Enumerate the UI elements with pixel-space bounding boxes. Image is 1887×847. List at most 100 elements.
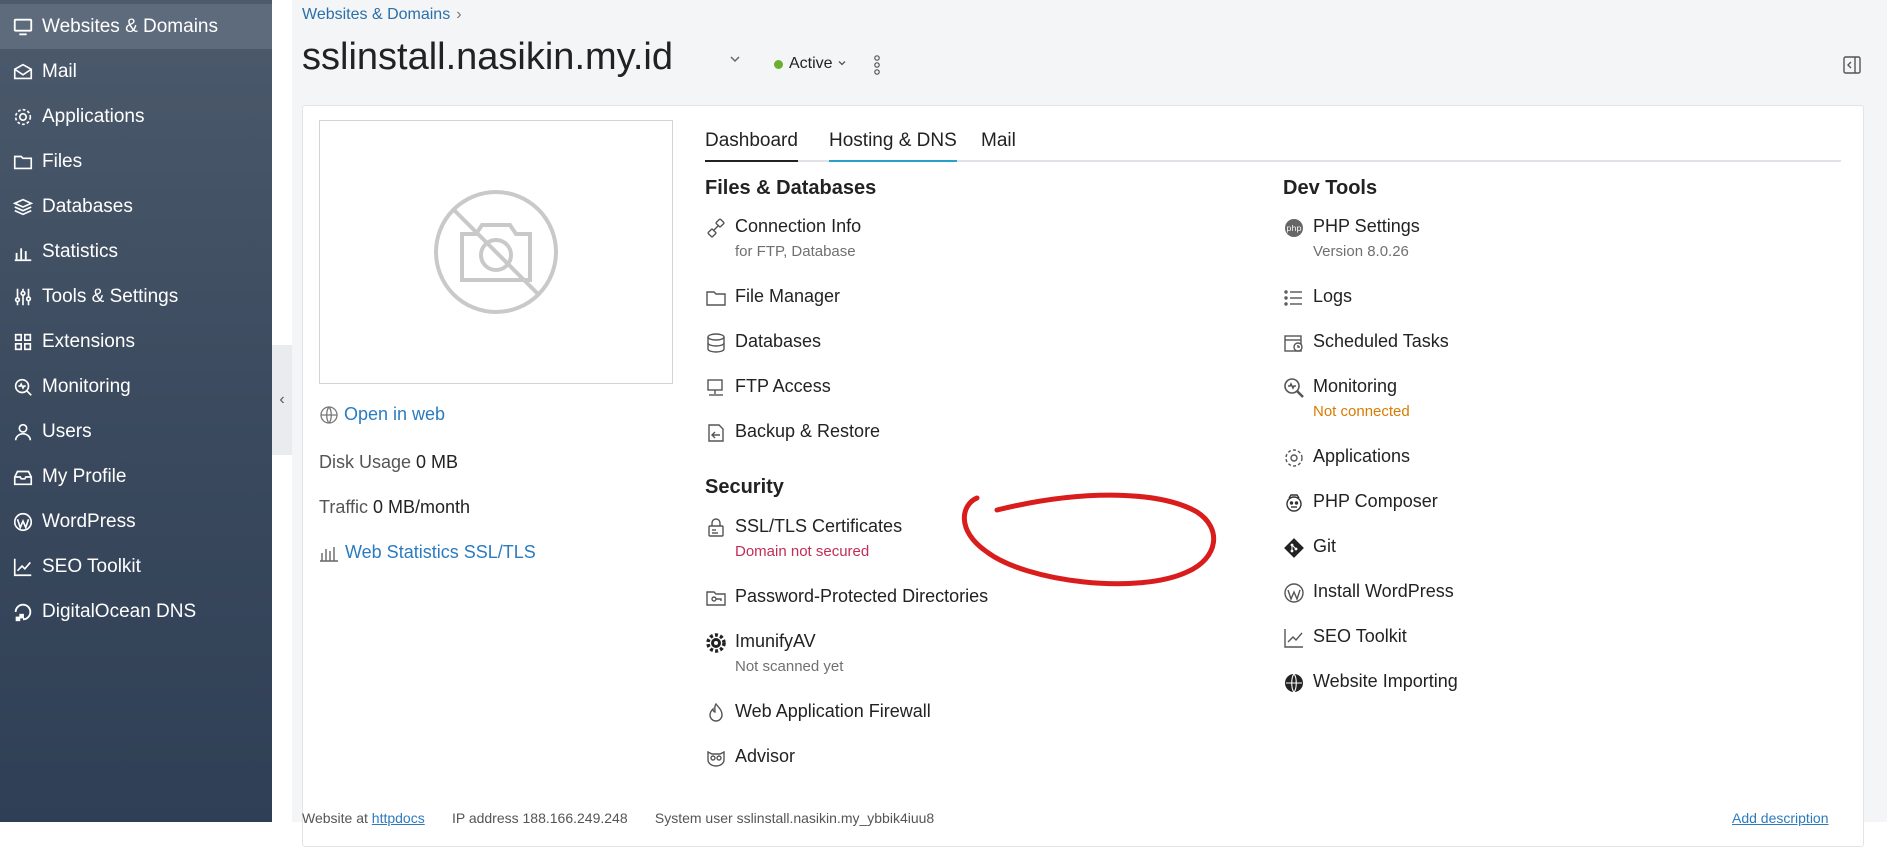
- tool-ftp-access[interactable]: FTP Access: [705, 376, 831, 399]
- sidebar-item-digitalocean-dns[interactable]: DigitalOcean DNS: [0, 589, 272, 634]
- sidebar-item-monitoring[interactable]: Monitoring: [0, 364, 272, 409]
- sidebar-item-extensions[interactable]: Extensions: [0, 319, 272, 364]
- sidebar-item-label: Monitoring: [42, 375, 131, 397]
- open-in-web-label: Open in web: [344, 404, 446, 424]
- side-panel-toggle-icon[interactable]: [1842, 55, 1862, 80]
- traffic-label: Traffic: [319, 497, 369, 517]
- tool-php-settings[interactable]: php PHP Settings Version 8.0.26: [1283, 216, 1420, 260]
- tool-label: Backup & Restore: [735, 421, 881, 441]
- sidebar-item-wordpress[interactable]: WordPress: [0, 499, 272, 544]
- sidebar-item-mail[interactable]: Mail: [0, 49, 272, 94]
- sidebar-item-label: Extensions: [42, 330, 135, 352]
- more-actions-icon[interactable]: [872, 54, 882, 81]
- tool-imunifyav[interactable]: ImunifyAV Not scanned yet: [705, 631, 843, 675]
- seo-chart-icon: [12, 556, 34, 578]
- tool-label: SEO Toolkit: [1313, 626, 1407, 646]
- bar-chart-icon: [320, 546, 338, 562]
- tool-ssl-tls-certificates[interactable]: SSL/TLS Certificates Domain not secured: [705, 516, 902, 560]
- php-icon: php: [1283, 217, 1305, 239]
- sidebar-item-my-profile[interactable]: My Profile: [0, 454, 272, 499]
- httpdocs-link[interactable]: httpdocs: [372, 810, 425, 826]
- tool-password-protected-directories[interactable]: Password-Protected Directories: [705, 586, 988, 609]
- globe-icon: [320, 405, 338, 424]
- sidebar-collapse-button[interactable]: ‹: [272, 345, 292, 455]
- no-screenshot-icon: [434, 190, 558, 314]
- page-title: sslinstall.nasikin.my.id: [302, 36, 673, 78]
- disk-usage-label: Disk Usage: [319, 452, 412, 472]
- folder-icon: [705, 287, 727, 309]
- tool-label: Web Application Firewall: [735, 701, 931, 721]
- tool-label: Scheduled Tasks: [1313, 331, 1449, 351]
- tool-seo-toolkit[interactable]: SEO Toolkit: [1283, 626, 1407, 649]
- calendar-clock-icon: [1283, 332, 1305, 354]
- sidebar-item-databases[interactable]: Databases: [0, 184, 272, 229]
- tool-git[interactable]: Git: [1283, 536, 1336, 559]
- tool-scheduled-tasks[interactable]: Scheduled Tasks: [1283, 331, 1449, 354]
- tab-dashboard[interactable]: Dashboard: [705, 130, 798, 162]
- svg-text:php: php: [1286, 224, 1301, 233]
- gear-icon: [12, 106, 34, 128]
- plug-link-icon: [705, 217, 727, 239]
- tool-label: ImunifyAV: [735, 631, 816, 651]
- sidebar-item-label: DigitalOcean DNS: [42, 600, 197, 622]
- add-description-link[interactable]: Add description: [1732, 810, 1829, 826]
- tool-label: Advisor: [735, 746, 796, 766]
- breadcrumb-link[interactable]: Websites & Domains: [302, 6, 450, 23]
- disk-usage: Disk Usage 0 MB: [319, 452, 458, 473]
- tool-advisor[interactable]: Advisor: [705, 746, 795, 769]
- tool-backup-restore[interactable]: Backup & Restore: [705, 421, 880, 444]
- sidebar-item-websites-domains[interactable]: Websites & Domains: [0, 4, 272, 49]
- website-at-label: Website at: [302, 810, 368, 826]
- domain-card: Open in web Disk Usage 0 MB Traffic 0 MB…: [302, 105, 1864, 847]
- sidebar: Websites & Domains Mail Applications Fil…: [0, 0, 272, 822]
- sidebar-item-applications[interactable]: Applications: [0, 94, 272, 139]
- tool-file-manager[interactable]: File Manager: [705, 286, 840, 309]
- tool-logs[interactable]: Logs: [1283, 286, 1352, 309]
- tool-php-composer[interactable]: PHP Composer: [1283, 491, 1438, 514]
- user-icon: [12, 421, 34, 443]
- globe-import-icon: [1283, 672, 1305, 694]
- system-user-label: System user: [654, 810, 733, 826]
- sidebar-item-statistics[interactable]: Statistics: [0, 229, 272, 274]
- tool-website-importing[interactable]: Website Importing: [1283, 671, 1458, 694]
- layers-icon: [12, 196, 34, 218]
- sidebar-item-tools-settings[interactable]: Tools & Settings: [0, 274, 272, 319]
- ftp-server-icon: [705, 377, 727, 399]
- sidebar-item-label: Statistics: [42, 240, 119, 262]
- tool-monitoring[interactable]: Monitoring Not connected: [1283, 376, 1410, 420]
- web-statistics-link[interactable]: Web Statistics SSL/TLS: [319, 542, 536, 563]
- imunify-gear-icon: [705, 632, 727, 654]
- chevron-down-icon[interactable]: [728, 52, 742, 71]
- tool-applications[interactable]: Applications: [1283, 446, 1410, 469]
- tool-label: File Manager: [735, 286, 841, 306]
- ip-label: IP address: [451, 810, 519, 826]
- tab-hosting-dns[interactable]: Hosting & DNS: [829, 130, 957, 162]
- tool-label: PHP Settings: [1313, 216, 1420, 236]
- card-footer: Website at httpdocs IP address 188.166.2…: [302, 810, 1829, 826]
- tool-databases[interactable]: Databases: [705, 331, 821, 354]
- site-preview[interactable]: [319, 120, 673, 384]
- tool-install-wordpress[interactable]: Install WordPress: [1283, 581, 1454, 604]
- open-in-web-link[interactable]: Open in web: [319, 404, 445, 425]
- digitalocean-icon: [12, 601, 34, 623]
- magnifier-pulse-icon: [1283, 377, 1305, 399]
- web-statistics-label: Web Statistics SSL/TLS: [345, 542, 536, 562]
- tool-label: Logs: [1313, 286, 1353, 306]
- status-dropdown[interactable]: Active: [774, 55, 847, 73]
- traffic: Traffic 0 MB/month: [319, 497, 470, 518]
- sidebar-item-label: Applications: [42, 105, 145, 127]
- disk-usage-value: 0 MB: [416, 452, 459, 472]
- tool-label: SSL/TLS Certificates: [735, 516, 903, 536]
- tool-web-application-firewall[interactable]: Web Application Firewall: [705, 701, 931, 724]
- tab-mail[interactable]: Mail: [981, 130, 1016, 160]
- sidebar-item-files[interactable]: Files: [0, 139, 272, 184]
- tool-connection-info[interactable]: Connection Info for FTP, Database: [705, 216, 861, 260]
- database-icon: [705, 332, 727, 354]
- tool-label: Password-Protected Directories: [735, 586, 989, 606]
- monitoring-status: Not connected: [1313, 403, 1410, 420]
- ssl-status: Domain not secured: [735, 543, 870, 560]
- advisor-owl-icon: [705, 747, 727, 769]
- sidebar-item-seo-toolkit[interactable]: SEO Toolkit: [0, 544, 272, 589]
- sidebar-item-users[interactable]: Users: [0, 409, 272, 454]
- tool-label: Connection Info: [735, 216, 862, 236]
